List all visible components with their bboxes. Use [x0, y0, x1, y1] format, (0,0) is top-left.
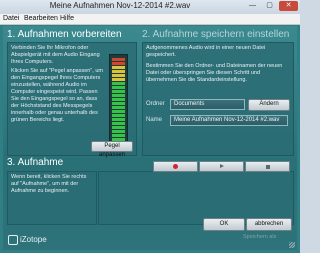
- logo-mark-icon: [8, 235, 18, 245]
- step3-heading: 3. Aufnahme: [7, 157, 64, 168]
- meter-segment: [112, 118, 125, 121]
- faded-caption: Speichern als: [243, 234, 277, 240]
- menu-datei[interactable]: Datei: [3, 14, 19, 24]
- step2-text-choose: Bestimmen Sie den Ordner- und Dateinamen…: [146, 63, 283, 83]
- izotope-logo: iZotope: [8, 235, 47, 245]
- folder-field[interactable]: Documents: [170, 99, 245, 110]
- meter-segment: [112, 98, 125, 101]
- meter-segment: [112, 110, 125, 113]
- maximize-button[interactable]: ▢: [262, 1, 277, 11]
- filename-field[interactable]: Meine Aufnahmen Nov-12-2014 #2.wav: [170, 115, 288, 126]
- minimize-button[interactable]: —: [245, 1, 260, 11]
- recording-area: [98, 171, 294, 225]
- folder-label: Ordner: [146, 101, 165, 107]
- stop-icon: [265, 164, 270, 169]
- adjust-level-button[interactable]: Pegel anpassen: [91, 141, 133, 158]
- window-title: Meine Aufnahmen Nov-12-2014 #2.wav: [49, 1, 191, 10]
- meter-segment: [112, 74, 125, 77]
- change-folder-button[interactable]: Ändern: [248, 99, 290, 111]
- logo-text: iZotope: [20, 235, 47, 245]
- meter-segment: [112, 134, 125, 137]
- step1-text-connect: Verbinden Sie Ihr Mikrofon oder Abspielg…: [11, 45, 100, 65]
- meter-segment: [112, 102, 125, 105]
- record-button[interactable]: [153, 161, 198, 172]
- play-button[interactable]: [199, 161, 244, 172]
- meter-segment: [112, 126, 125, 129]
- menu-hilfe[interactable]: Hilfe: [60, 14, 74, 24]
- menu-bearbeiten[interactable]: Bearbeiten: [24, 14, 58, 24]
- record-icon: [173, 164, 178, 169]
- step1-heading: 1. Aufnahmen vorbereiten: [7, 29, 122, 40]
- ok-button[interactable]: OK: [203, 218, 245, 231]
- level-meter: [109, 54, 128, 146]
- meter-segment: [112, 62, 125, 65]
- title-bar: Meine Aufnahmen Nov-12-2014 #2.wav — ▢ ✕: [0, 0, 300, 14]
- step2-heading: 2. Aufnahme speichern einstellen: [142, 29, 290, 40]
- step1-text-level: Klicken Sie auf "Pegel anpassen", um den…: [11, 68, 103, 123]
- cancel-button[interactable]: abbrechen: [246, 218, 292, 231]
- close-button[interactable]: ✕: [279, 1, 298, 11]
- meter-segment: [112, 86, 125, 89]
- menu-bar: Datei Bearbeiten Hilfe: [0, 14, 300, 25]
- step3-text: Wenn bereit, klicken Sie rechts auf "Auf…: [11, 174, 87, 194]
- meter-segment: [112, 106, 125, 109]
- meter-segment: [112, 90, 125, 93]
- meter-segment: [112, 122, 125, 125]
- step2-text-save: Aufgenommenes Audio wird in einer neuen …: [146, 45, 266, 58]
- meter-segment: [112, 58, 125, 61]
- meter-segment: [112, 82, 125, 85]
- play-icon: [219, 164, 224, 168]
- meter-segment: [112, 114, 125, 117]
- wizard-content: 1. Aufnahmen vorbereiten Verbinden Sie I…: [3, 26, 297, 250]
- meter-segment: [112, 130, 125, 133]
- meter-segment: [112, 66, 125, 69]
- stop-button[interactable]: [245, 161, 290, 172]
- meter-segment: [112, 70, 125, 73]
- name-label: Name: [146, 117, 163, 123]
- resize-grip[interactable]: [289, 242, 295, 248]
- meter-segment: [112, 94, 125, 97]
- meter-segment: [112, 78, 125, 81]
- app-window: Meine Aufnahmen Nov-12-2014 #2.wav — ▢ ✕…: [0, 0, 300, 253]
